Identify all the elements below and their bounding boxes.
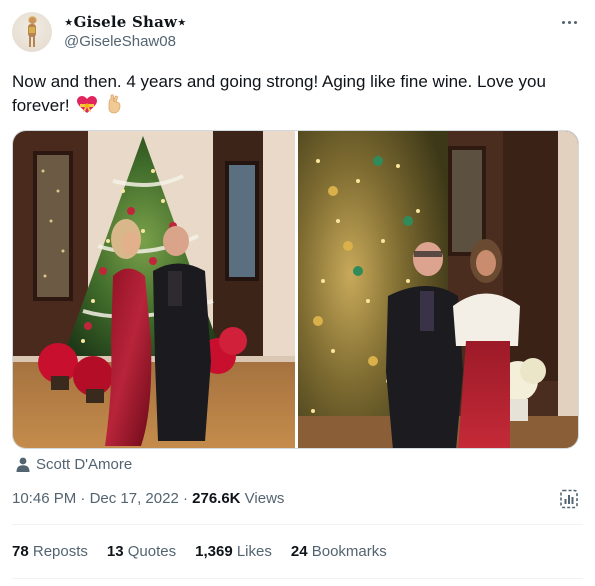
heart-with-ribbon-icon — [77, 96, 98, 121]
engagement-stats: 78 Reposts 13 Quotes 1,369 Likes 24 Book… — [12, 543, 406, 560]
media-grid — [12, 130, 579, 449]
tagged-user: Scott D'Amore — [36, 455, 133, 473]
stat-quotes[interactable]: 13 Quotes — [107, 543, 176, 560]
reposts-label: Reposts — [32, 543, 88, 560]
photo-2[interactable] — [298, 131, 578, 448]
stat-reposts[interactable]: 78 Reposts — [12, 543, 88, 560]
stat-likes[interactable]: 1,369 Likes — [195, 543, 272, 560]
meta-separator: · — [76, 490, 90, 507]
likes-label: Likes — [236, 543, 272, 560]
quotes-count: 13 — [106, 543, 124, 560]
likes-count: 1,369 — [195, 543, 233, 560]
bookmarks-label: Bookmarks — [311, 543, 387, 560]
tweet-text: Now and then. 4 years and going strong! … — [12, 70, 572, 121]
meta-separator-2: · — [178, 490, 193, 507]
media-tag[interactable]: Scott D'Amore — [16, 454, 132, 474]
divider-top — [12, 524, 583, 525]
author-display-name[interactable]: ⋆Gisele Shaw⋆ — [64, 13, 187, 31]
quotes-label: Quotes — [127, 543, 177, 560]
tweet-date[interactable]: Dec 17, 2022 — [90, 490, 179, 507]
stat-bookmarks[interactable]: 24 Bookmarks — [291, 543, 387, 560]
divider-bottom — [12, 578, 583, 579]
views-label: Views — [240, 490, 285, 507]
bookmarks-count: 24 — [290, 543, 308, 560]
author-handle[interactable]: @GiseleShaw08 — [64, 33, 176, 50]
person-icon — [16, 457, 30, 472]
analytics-icon[interactable] — [558, 488, 580, 510]
crossed-fingers-icon — [105, 94, 123, 121]
more-options-icon[interactable] — [556, 12, 584, 36]
avatar-figure — [27, 16, 37, 47]
author-avatar[interactable] — [12, 12, 52, 52]
tweet-time[interactable]: 10:46 PM — [12, 490, 76, 507]
tweet-card: ⋆Gisele Shaw⋆ @GiseleShaw08 Now and then… — [0, 0, 595, 586]
tweet-meta: 10:46 PM · Dec 17, 2022 · 276.6K Views — [12, 490, 284, 507]
photo-1[interactable] — [13, 131, 295, 448]
views-count: 276.6K — [192, 490, 241, 507]
reposts-count: 78 — [12, 543, 29, 560]
